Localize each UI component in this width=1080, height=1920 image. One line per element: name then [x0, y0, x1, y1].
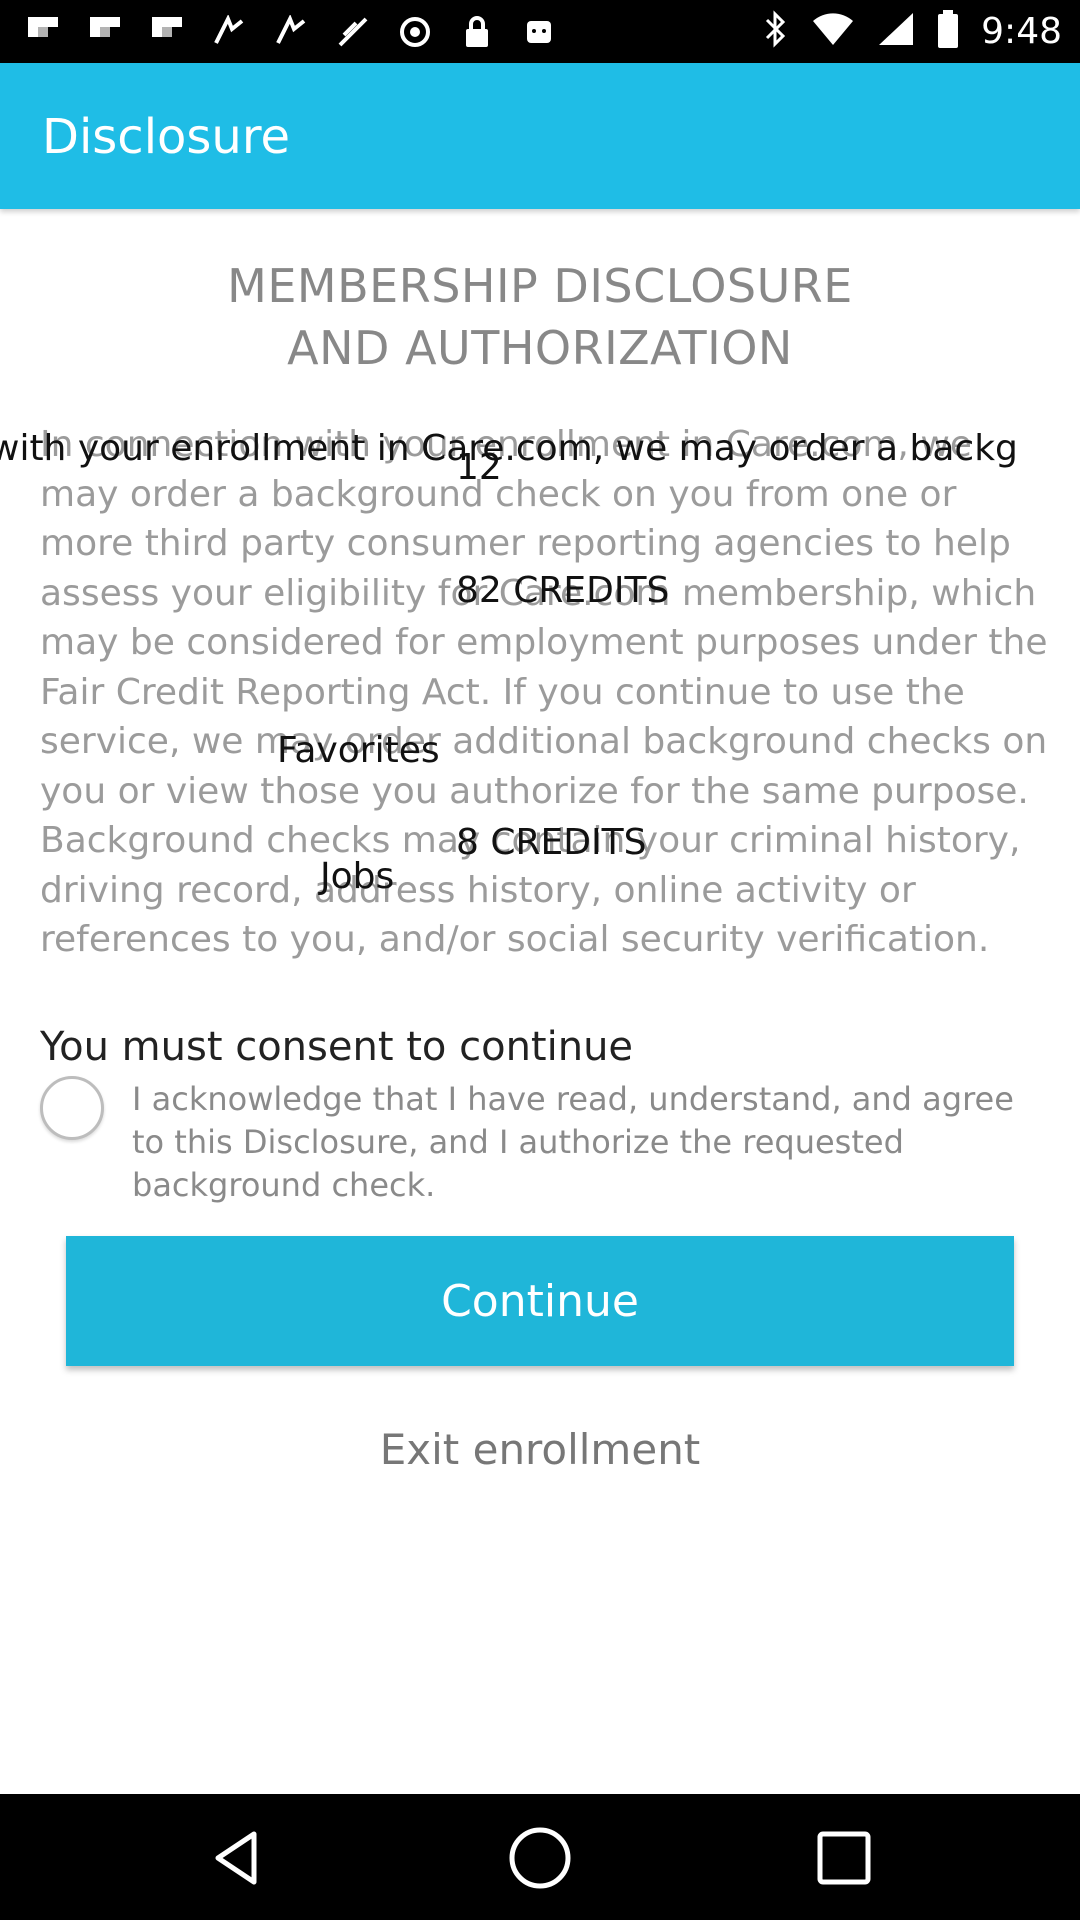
- heading-line-2: AND AUTHORIZATION: [287, 321, 793, 375]
- signal-boost-icon: [210, 14, 248, 50]
- acknowledge-radio[interactable]: [40, 1076, 104, 1140]
- no-sim-icon: [334, 14, 372, 50]
- overlay-count: 12: [456, 447, 502, 488]
- lock-icon: [458, 14, 496, 50]
- battery-icon: [937, 10, 959, 53]
- home-icon[interactable]: [504, 1822, 576, 1894]
- disclosure-heading: MEMBERSHIP DISCLOSURE AND AUTHORIZATION: [0, 255, 1080, 379]
- status-time: 9:48: [981, 11, 1062, 52]
- back-icon[interactable]: [200, 1822, 272, 1894]
- acknowledge-text[interactable]: I acknowledge that I have read, understa…: [132, 1078, 1032, 1207]
- overlay-favorites: Favorites: [277, 730, 440, 771]
- navigation-bar: [0, 1794, 1080, 1920]
- page-title: Disclosure: [42, 109, 291, 165]
- flipboard-icon: [86, 14, 124, 50]
- cell-signal-icon: [877, 11, 915, 52]
- flipboard-icon: [148, 14, 186, 50]
- exit-enrollment-link[interactable]: Exit enrollment: [0, 1425, 1080, 1474]
- blocked-icon: [396, 14, 434, 50]
- overlay-credits: 82 CREDITS: [456, 570, 670, 611]
- bluetooth-icon: [763, 10, 789, 53]
- overlay-text-line: with your enrollment in Care.com, we may…: [0, 428, 1018, 469]
- recents-icon[interactable]: [808, 1822, 880, 1894]
- wifi-icon: [811, 11, 855, 52]
- disclosure-body: In connection with your enrollment in Ca…: [40, 424, 1048, 960]
- continue-button[interactable]: Continue: [66, 1236, 1014, 1366]
- signal-boost-icon: [272, 14, 310, 50]
- status-bar: 9:48: [0, 0, 1080, 63]
- heading-line-1: MEMBERSHIP DISCLOSURE: [227, 259, 853, 313]
- overlay-jobs: Jobs: [320, 856, 395, 897]
- app-bar: Disclosure: [0, 63, 1080, 209]
- android-icon: [520, 14, 558, 50]
- notification-icons: [24, 14, 558, 50]
- overlay-credits-small: 8 CREDITS: [456, 822, 647, 863]
- consent-title: You must consent to continue: [40, 1024, 634, 1070]
- flipboard-icon: [24, 14, 62, 50]
